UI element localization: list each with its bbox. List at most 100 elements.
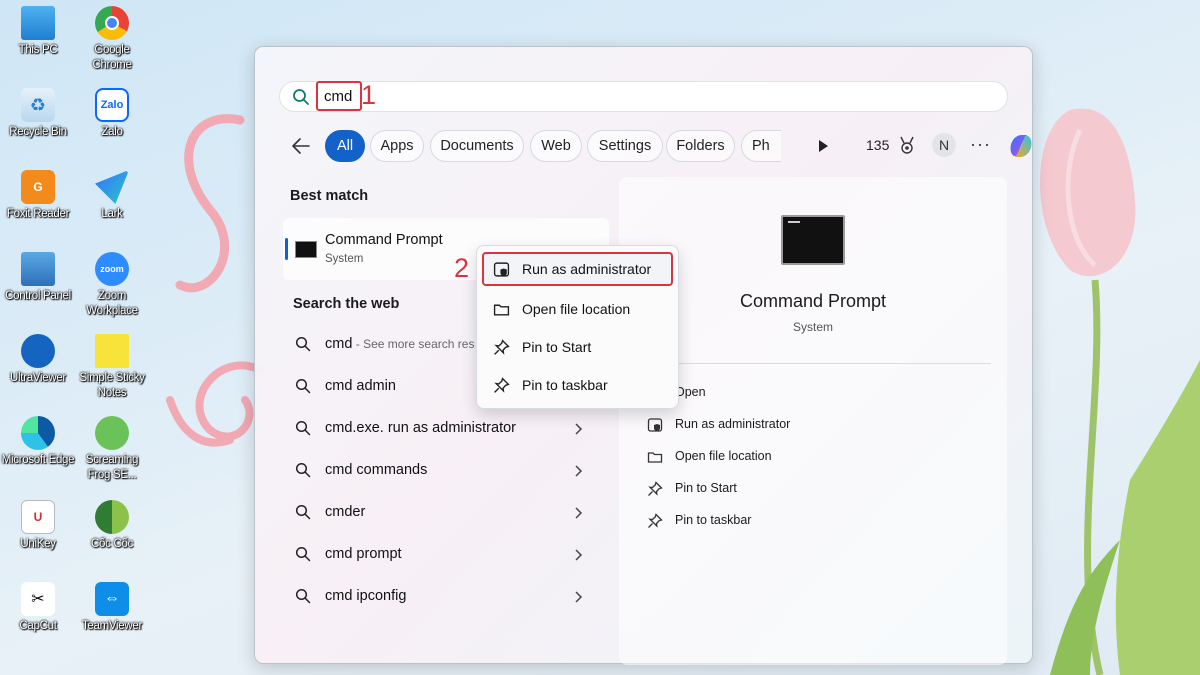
preview-action-pin-start[interactable]: Pin to Start [647, 477, 977, 501]
tab-all[interactable]: All [325, 130, 365, 162]
context-item-label: Pin to Start [522, 339, 592, 355]
desktop-icon-foxit-reader[interactable]: G Foxit Reader [0, 170, 76, 222]
desktop-icon-control-panel[interactable]: Control Panel [0, 252, 76, 304]
action-label: Open [675, 385, 706, 399]
desktop-icon-sticky-notes[interactable]: Simple Sticky Notes [74, 334, 150, 401]
web-result-query: cmd [325, 336, 353, 352]
preview-action-open-location[interactable]: Open file location [647, 445, 977, 469]
context-open-file-location[interactable]: Open file location [482, 292, 673, 326]
search-icon [295, 336, 311, 352]
step-1-annotation: 1 [361, 80, 377, 110]
web-result-item[interactable]: cmder [291, 497, 601, 529]
web-result-item[interactable]: cmd ipconfig [291, 581, 601, 613]
desktop-icon-label: This PC [18, 44, 58, 56]
desktop-icon-this-pc[interactable]: This PC [0, 6, 76, 58]
desktop-icon-recycle-bin[interactable]: ♻ Recycle Bin [0, 88, 76, 140]
desktop-icon-zoom[interactable]: zoom Zoom Workplace [74, 252, 150, 319]
back-arrow-icon[interactable] [289, 134, 313, 158]
desktop-icon-label: Lark [101, 208, 123, 220]
web-result-item[interactable]: cmd prompt [291, 539, 601, 571]
search-box[interactable]: cmd [279, 81, 1008, 112]
desktop-icon-chrome[interactable]: Google Chrome [74, 6, 150, 73]
desktop-icon-label: Control Panel [5, 290, 71, 302]
web-result-item[interactable]: cmd commands [291, 455, 601, 487]
context-item-label: Pin to taskbar [522, 377, 608, 393]
desktop-icon-lark[interactable]: Lark [74, 170, 150, 222]
pin-icon [648, 513, 663, 528]
context-run-as-administrator[interactable]: Run as administrator [482, 252, 673, 286]
rewards-icon[interactable] [898, 135, 916, 155]
search-icon [295, 588, 311, 604]
chrome-icon [95, 6, 129, 40]
context-pin-to-start[interactable]: Pin to Start [482, 330, 673, 364]
tab-apps[interactable]: Apps [370, 130, 424, 162]
tab-photos[interactable]: Ph [741, 130, 781, 162]
edge-icon [21, 416, 55, 450]
search-icon [295, 504, 311, 520]
shield-icon [647, 418, 663, 432]
tab-documents[interactable]: Documents [430, 130, 524, 162]
preview-action-pin-taskbar[interactable]: Pin to taskbar [647, 509, 977, 533]
folder-icon [647, 452, 663, 463]
recycle-bin-icon: ♻ [21, 88, 55, 122]
context-item-label: Run as administrator [522, 261, 652, 277]
avatar[interactable]: N [932, 133, 956, 157]
copilot-icon[interactable] [1005, 130, 1037, 162]
desktop-icon-edge[interactable]: Microsoft Edge [0, 416, 76, 468]
action-label: Pin to Start [675, 481, 737, 495]
web-result-query: cmd.exe. run as administrator [325, 420, 516, 436]
tab-settings[interactable]: Settings [587, 130, 663, 162]
preview-action-open[interactable]: Open [647, 381, 977, 405]
more-options-button[interactable]: ··· [970, 134, 991, 155]
context-menu: Run as administrator Open file location … [476, 245, 679, 409]
sticky-notes-icon [95, 334, 129, 368]
screaming-frog-icon [95, 416, 129, 450]
tab-folders[interactable]: Folders [666, 130, 735, 162]
desktop-icon-screaming-frog[interactable]: Screaming Frog SE... [74, 416, 150, 483]
context-item-label: Open file location [522, 301, 631, 317]
web-result-text: cmd - See more search results [325, 336, 475, 352]
desktop-icon-label: Simple Sticky Notes [79, 372, 145, 399]
web-result-text: cmder [325, 504, 365, 520]
desktop-icon-ultraviewer[interactable]: UltraViewer [0, 334, 76, 386]
desktop-icon-label: UniKey [20, 538, 56, 550]
best-match-type: System [325, 253, 364, 265]
desktop-icon-label: CapCut [19, 620, 57, 632]
web-result-query: cmd prompt [325, 546, 402, 562]
search-icon [295, 462, 311, 478]
best-match-heading: Best match [290, 188, 369, 204]
desktop-icon-capcut[interactable]: ✂ CapCut [0, 582, 76, 634]
zoom-icon: zoom [95, 252, 129, 286]
web-result-text: cmd.exe. run as administrator [325, 420, 516, 436]
web-result-hint: - See more search results [355, 337, 475, 351]
folder-icon [493, 304, 510, 316]
tab-web[interactable]: Web [530, 130, 582, 162]
foxit-reader-icon: G [21, 170, 55, 204]
web-result-query: cmd ipconfig [325, 588, 407, 604]
search-icon [295, 420, 311, 436]
scroll-right-icon[interactable] [816, 137, 830, 155]
chevron-right-icon [575, 465, 583, 477]
best-match-name: Command Prompt [325, 232, 443, 248]
desktop-icon-teamviewer[interactable]: ⇔ TeamViewer [74, 582, 150, 634]
web-result-text: cmd prompt [325, 546, 402, 562]
search-web-heading: Search the web [293, 296, 400, 312]
web-result-query: cmd admin [325, 378, 396, 394]
rewards-points: 135 [866, 137, 890, 153]
preview-divider [633, 363, 991, 364]
background-tulip-art [1040, 108, 1200, 675]
desktop-icon-label: Microsoft Edge [1, 454, 75, 466]
desktop-icon-coc-coc[interactable]: Cốc Cốc [74, 500, 150, 552]
desktop-icon-zalo[interactable]: Zalo Zalo [74, 88, 150, 140]
preview-action-run-as-admin[interactable]: Run as administrator [647, 413, 977, 437]
search-icon [293, 89, 309, 105]
zalo-icon: Zalo [95, 88, 129, 122]
chevron-right-icon [575, 591, 583, 603]
web-result-item[interactable]: cmd.exe. run as administrator [291, 413, 601, 445]
desktop-icon-unikey[interactable]: U UniKey [0, 500, 76, 552]
web-result-text: cmd admin [325, 378, 396, 394]
web-result-query: cmder [325, 504, 366, 520]
pin-icon [494, 377, 510, 393]
search-input[interactable]: cmd [316, 81, 362, 111]
context-pin-to-taskbar[interactable]: Pin to taskbar [482, 368, 673, 402]
